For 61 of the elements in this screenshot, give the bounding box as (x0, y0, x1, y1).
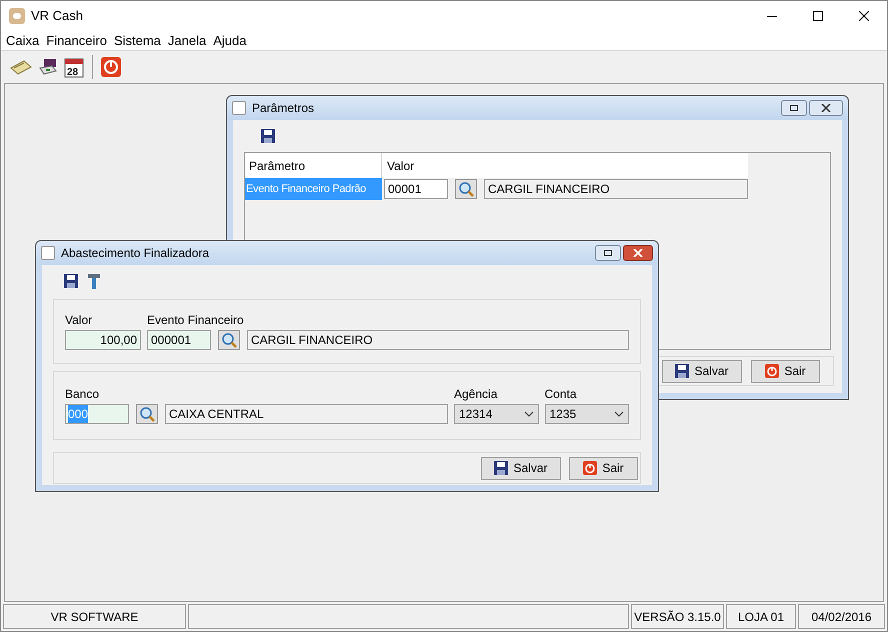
status-text: LOJA 01 (738, 608, 784, 626)
menu-item[interactable]: Ajuda (213, 30, 246, 50)
restore-button[interactable] (781, 100, 807, 116)
chevron-down-icon (614, 411, 624, 417)
frame-title: Abastecimento Finalizadora (61, 245, 210, 262)
close-icon (859, 11, 869, 21)
status-text: VR SOFTWARE (50, 608, 138, 626)
code-field[interactable]: 00001 (384, 179, 448, 199)
save-icon (675, 364, 690, 378)
chevron-down-icon (524, 411, 534, 417)
field-label: Evento Financeiro (147, 312, 245, 329)
exit-button[interactable]: Sair (569, 456, 638, 480)
close-icon (633, 249, 643, 257)
app-icon (9, 8, 25, 24)
code-text: 000 (68, 405, 88, 423)
close-button[interactable] (623, 245, 653, 261)
close-icon (821, 104, 831, 112)
name-field[interactable]: CAIXA CENTRAL (165, 404, 448, 424)
dropdown[interactable]: 1235 (544, 404, 629, 424)
power-icon (765, 364, 780, 378)
close-button[interactable] (809, 100, 843, 116)
calendar-icon[interactable]: 28 (64, 56, 84, 78)
search-icon (221, 332, 237, 348)
value-field[interactable]: 100,00 (65, 330, 141, 350)
field-label: Conta (544, 386, 578, 403)
save-button[interactable]: Salvar (662, 360, 742, 382)
search-button[interactable] (136, 404, 158, 424)
menu-item[interactable]: Janela (168, 30, 206, 50)
menu-item[interactable]: Caixa (6, 30, 40, 50)
search-icon (139, 406, 155, 422)
exit-button[interactable]: Sair (751, 360, 820, 382)
field-label: Valor (65, 312, 94, 329)
code-field[interactable]: 000001 (147, 330, 211, 350)
save-button[interactable]: Salvar (481, 456, 561, 480)
status-text: VERSÃO 3.15.0 (634, 608, 721, 626)
frame-title: Parâmetros (252, 100, 314, 117)
window-title: VR Cash (31, 7, 84, 26)
power-icon[interactable] (101, 57, 121, 77)
description-field[interactable]: CARGIL FINANCEIRO (484, 179, 748, 199)
save-icon[interactable] (261, 129, 275, 143)
maximize-icon (813, 11, 823, 21)
cash-register-icon[interactable] (38, 57, 58, 77)
menu-item[interactable]: Sistema (114, 30, 161, 50)
power-icon (583, 461, 598, 475)
money-icon[interactable] (10, 59, 32, 75)
field-label: Banco (65, 386, 100, 403)
save-icon[interactable] (64, 274, 78, 288)
save-icon (494, 461, 508, 475)
column-header: Valor (386, 158, 416, 174)
field-label: Agência (454, 386, 498, 403)
menu-item[interactable]: Financeiro (46, 30, 107, 50)
description-field[interactable]: CARGIL FINANCEIRO (247, 330, 629, 350)
search-button[interactable] (218, 330, 240, 350)
search-button[interactable] (455, 179, 477, 199)
restore-icon (790, 105, 798, 111)
restore-icon (604, 250, 612, 256)
status-text: 04/02/2016 (811, 608, 872, 626)
search-icon (458, 181, 474, 197)
tool-icon[interactable] (88, 273, 100, 289)
dropdown[interactable]: 12314 (454, 404, 538, 424)
restore-button[interactable] (595, 245, 621, 261)
